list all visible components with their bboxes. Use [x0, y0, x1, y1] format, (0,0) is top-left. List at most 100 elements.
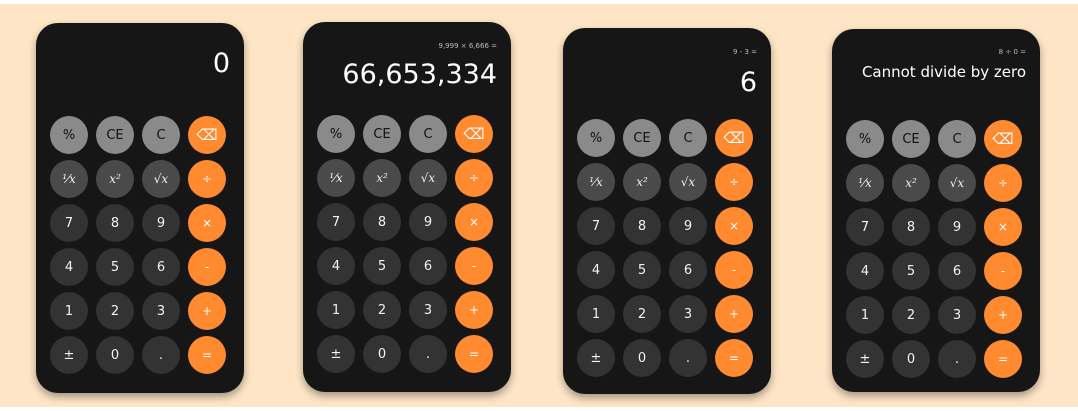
digit-2-button[interactable]: 2	[96, 292, 134, 330]
decimal-button[interactable]: .	[669, 339, 707, 377]
subtract-button[interactable]: -	[984, 252, 1022, 290]
backspace-button[interactable]: ⌫	[188, 116, 226, 154]
digit-4-button[interactable]: 4	[317, 247, 355, 285]
digit-7-button[interactable]: 7	[317, 203, 355, 241]
digit-2-button[interactable]: 2	[363, 291, 401, 329]
equals-button[interactable]: =	[984, 340, 1022, 378]
clear-entry-button[interactable]: CE	[96, 116, 134, 154]
decimal-button[interactable]: .	[938, 340, 976, 378]
multiply-button[interactable]: ×	[715, 207, 753, 245]
digit-6-button[interactable]: 6	[142, 248, 180, 286]
divide-button[interactable]: ÷	[984, 164, 1022, 202]
digit-5-button[interactable]: 5	[96, 248, 134, 286]
digit-1-button[interactable]: 1	[846, 296, 884, 334]
percent-button[interactable]: %	[50, 116, 88, 154]
canvas-background: 0 % CE C ⌫ ¹⁄𝑥 𝑥² √𝑥 ÷ 7 8 9 × 4 5 6 - 1…	[0, 4, 1078, 407]
square-button[interactable]: 𝑥²	[96, 160, 134, 198]
digit-6-button[interactable]: 6	[938, 252, 976, 290]
divide-button[interactable]: ÷	[715, 163, 753, 201]
clear-entry-button[interactable]: CE	[892, 120, 930, 158]
digit-0-button[interactable]: 0	[96, 336, 134, 374]
digit-5-button[interactable]: 5	[892, 252, 930, 290]
digit-7-button[interactable]: 7	[846, 208, 884, 246]
digit-3-button[interactable]: 3	[669, 295, 707, 333]
subtract-button[interactable]: -	[455, 247, 493, 285]
digit-0-button[interactable]: 0	[623, 339, 661, 377]
digit-9-button[interactable]: 9	[142, 204, 180, 242]
add-button[interactable]: +	[188, 292, 226, 330]
negate-button[interactable]: ±	[846, 340, 884, 378]
digit-3-button[interactable]: 3	[409, 291, 447, 329]
decimal-button[interactable]: .	[409, 335, 447, 373]
reciprocal-button[interactable]: ¹⁄𝑥	[317, 159, 355, 197]
digit-0-button[interactable]: 0	[363, 335, 401, 373]
digit-5-button[interactable]: 5	[363, 247, 401, 285]
subtract-button[interactable]: -	[188, 248, 226, 286]
digit-8-button[interactable]: 8	[892, 208, 930, 246]
digit-8-button[interactable]: 8	[363, 203, 401, 241]
keypad: % CE C ⌫ ¹⁄𝑥 𝑥² √𝑥 ÷ 7 8 9 × 4 5 6 - 1 2…	[50, 116, 226, 374]
digit-0-button[interactable]: 0	[892, 340, 930, 378]
divide-button[interactable]: ÷	[455, 159, 493, 197]
digit-9-button[interactable]: 9	[669, 207, 707, 245]
digit-8-button[interactable]: 8	[623, 207, 661, 245]
clear-button[interactable]: C	[409, 115, 447, 153]
subtract-button[interactable]: -	[715, 251, 753, 289]
display-expression: 9,999 × 6,666 =	[438, 42, 498, 50]
percent-button[interactable]: %	[317, 115, 355, 153]
digit-5-button[interactable]: 5	[623, 251, 661, 289]
percent-button[interactable]: %	[577, 119, 615, 157]
digit-3-button[interactable]: 3	[938, 296, 976, 334]
digit-7-button[interactable]: 7	[50, 204, 88, 242]
reciprocal-button[interactable]: ¹⁄𝑥	[577, 163, 615, 201]
backspace-button[interactable]: ⌫	[455, 115, 493, 153]
equals-button[interactable]: =	[188, 336, 226, 374]
digit-7-button[interactable]: 7	[577, 207, 615, 245]
equals-button[interactable]: =	[715, 339, 753, 377]
square-button[interactable]: 𝑥²	[892, 164, 930, 202]
clear-button[interactable]: C	[142, 116, 180, 154]
equals-button[interactable]: =	[455, 335, 493, 373]
digit-3-button[interactable]: 3	[142, 292, 180, 330]
clear-button[interactable]: C	[938, 120, 976, 158]
digit-6-button[interactable]: 6	[409, 247, 447, 285]
backspace-button[interactable]: ⌫	[984, 120, 1022, 158]
divide-button[interactable]: ÷	[188, 160, 226, 198]
digit-9-button[interactable]: 9	[409, 203, 447, 241]
backspace-button[interactable]: ⌫	[715, 119, 753, 157]
square-button[interactable]: 𝑥²	[363, 159, 401, 197]
clear-entry-button[interactable]: CE	[623, 119, 661, 157]
digit-4-button[interactable]: 4	[577, 251, 615, 289]
display-expression: 9 - 3 =	[733, 48, 757, 56]
digit-4-button[interactable]: 4	[50, 248, 88, 286]
digit-1-button[interactable]: 1	[317, 291, 355, 329]
percent-button[interactable]: %	[846, 120, 884, 158]
digit-6-button[interactable]: 6	[669, 251, 707, 289]
sqrt-button[interactable]: √𝑥	[669, 163, 707, 201]
clear-entry-button[interactable]: CE	[363, 115, 401, 153]
multiply-button[interactable]: ×	[984, 208, 1022, 246]
negate-button[interactable]: ±	[317, 335, 355, 373]
digit-8-button[interactable]: 8	[96, 204, 134, 242]
digit-1-button[interactable]: 1	[50, 292, 88, 330]
add-button[interactable]: +	[715, 295, 753, 333]
digit-9-button[interactable]: 9	[938, 208, 976, 246]
add-button[interactable]: +	[984, 296, 1022, 334]
reciprocal-button[interactable]: ¹⁄𝑥	[50, 160, 88, 198]
digit-1-button[interactable]: 1	[577, 295, 615, 333]
digit-4-button[interactable]: 4	[846, 252, 884, 290]
sqrt-button[interactable]: √𝑥	[409, 159, 447, 197]
sqrt-button[interactable]: √𝑥	[938, 164, 976, 202]
add-button[interactable]: +	[455, 291, 493, 329]
multiply-button[interactable]: ×	[188, 204, 226, 242]
decimal-button[interactable]: .	[142, 336, 180, 374]
sqrt-button[interactable]: √𝑥	[142, 160, 180, 198]
multiply-button[interactable]: ×	[455, 203, 493, 241]
square-button[interactable]: 𝑥²	[623, 163, 661, 201]
negate-button[interactable]: ±	[50, 336, 88, 374]
digit-2-button[interactable]: 2	[892, 296, 930, 334]
digit-2-button[interactable]: 2	[623, 295, 661, 333]
reciprocal-button[interactable]: ¹⁄𝑥	[846, 164, 884, 202]
clear-button[interactable]: C	[669, 119, 707, 157]
negate-button[interactable]: ±	[577, 339, 615, 377]
